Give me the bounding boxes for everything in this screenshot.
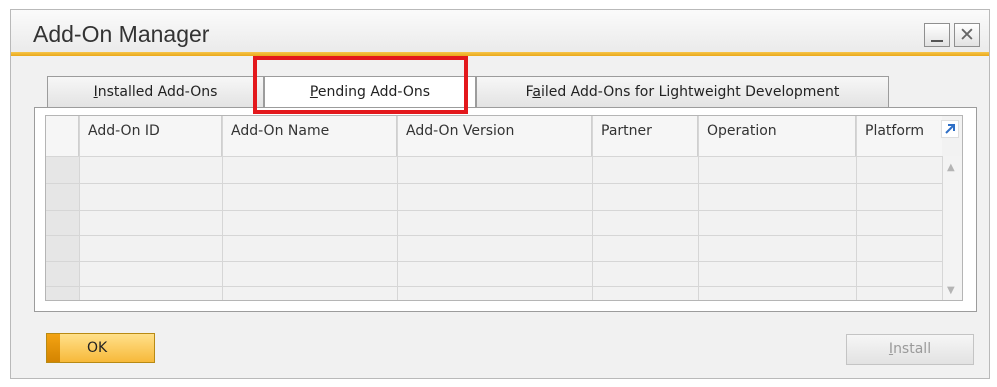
- close-button[interactable]: ✕: [954, 23, 980, 47]
- tab-failed-add-ons[interactable]: Failed Add-Ons for Lightweight Developme…: [476, 76, 889, 107]
- tab-panel: Add-On ID Add-On Name Add-On Version Par…: [34, 107, 977, 312]
- scroll-up-icon[interactable]: ▲: [947, 162, 955, 173]
- add-ons-table[interactable]: Add-On ID Add-On Name Add-On Version Par…: [45, 115, 963, 301]
- title-bar: Add-On Manager ✕: [11, 10, 989, 56]
- tab-pending-add-ons[interactable]: Pending Add-Ons: [264, 76, 476, 108]
- expand-table-icon[interactable]: [941, 120, 959, 138]
- column-header-add-on-id[interactable]: Add-On ID: [79, 116, 222, 156]
- column-header-operation[interactable]: Operation: [698, 116, 856, 156]
- vertical-scrollbar[interactable]: ▲ ▼: [942, 156, 962, 300]
- title-accent-bar: [11, 52, 989, 56]
- row-header-column: [46, 156, 79, 300]
- window-title: Add-On Manager: [33, 21, 210, 47]
- column-header-platform[interactable]: Platform: [856, 116, 942, 156]
- column-header-partner[interactable]: Partner: [592, 116, 698, 156]
- row-header-corner: [46, 116, 79, 156]
- scroll-down-icon[interactable]: ▼: [947, 285, 955, 296]
- close-icon: ✕: [959, 24, 975, 46]
- column-header-add-on-version[interactable]: Add-On Version: [397, 116, 592, 156]
- install-button[interactable]: Install: [846, 334, 974, 365]
- tab-installed-add-ons[interactable]: Installed Add-Ons: [47, 76, 264, 107]
- column-header-add-on-name[interactable]: Add-On Name: [222, 116, 397, 156]
- ok-button[interactable]: OK: [46, 333, 155, 363]
- add-on-manager-window: Add-On Manager ✕ Installed Add-Ons Pendi…: [10, 9, 990, 379]
- minimize-button[interactable]: [924, 23, 950, 47]
- minimize-icon: [931, 40, 943, 42]
